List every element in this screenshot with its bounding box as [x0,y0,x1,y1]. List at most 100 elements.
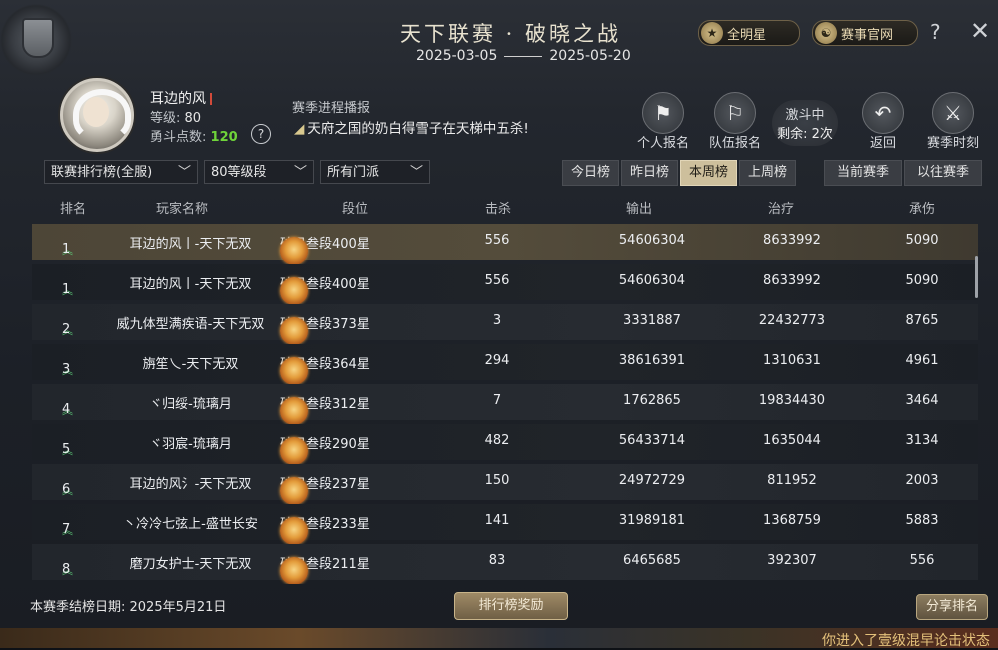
col-rank: 排名 [60,202,87,217]
col-kills: 击杀 [485,202,512,217]
player-name-cell: 耳边的风氵-天下无双 [129,477,252,492]
player-name-cell: 威九体型满疾语-天下无双 [116,317,265,332]
damage-cell: 54606304 [618,233,686,248]
allstar-icon: ★ [701,22,723,44]
team-signup-label: 队伍报名 [708,136,761,151]
rank-value: 1 [62,242,71,257]
official-site-icon: ☯ [815,22,837,44]
points-help-icon[interactable]: ? [251,124,271,144]
period-tabs: 今日榜 昨日榜 本周榜 上周榜 [562,160,798,186]
table-row[interactable]: ︽ 8 磨刀女护士-天下无双 破日叁段211星 83 6465685 392307 556 [32,544,978,584]
healing-cell: 392307 [767,553,817,568]
table-row[interactable]: ︽ 4 ヾ归绥-琉璃月 破日叁段312星 7 1762865 19834430 3464 [32,384,978,425]
back-label: 返回 [869,136,896,151]
tab-this-week[interactable]: 本周榜 [680,160,738,186]
help-icon[interactable]: ? [930,20,941,44]
player-name-cell: 旃笙乀-天下无双 [142,357,239,372]
close-icon[interactable]: ✕ [970,17,990,45]
taken-cell: 8765 [905,313,939,328]
col-name: 玩家名称 [156,202,209,217]
kills-cell: 556 [484,233,510,248]
rank-value: 5 [62,442,71,457]
news-text: 天府之国的奶白得雪子在天梯中五杀! [307,121,529,137]
rank-value: 8 [62,562,71,577]
player-name-cell: 耳边的风丨-天下无双 [129,277,252,292]
sect-select-value: 所有门派 [327,165,380,180]
taken-cell: 2003 [905,473,939,488]
news-title: 赛季进程播报 [292,101,371,116]
official-site-label: 赛事官网 [841,27,894,43]
tab-last-week[interactable]: 上周榜 [739,160,797,186]
game-hud-strip: 你进入了壹级混早论击状态 [0,628,998,649]
list-scrollbar[interactable] [975,256,978,298]
col-segment: 段位 [342,202,369,217]
damage-cell: 24972729 [618,473,686,488]
ranking-list[interactable]: ︽ 1 耳边的风丨-天下无双 破日叁段400星 556 54606304 8633992 50… [32,224,978,584]
kills-cell: 482 [484,433,510,448]
system-ticker: 你进入了壹级混早论击状态 [822,633,990,649]
sect-select[interactable]: 所有门派 ﹀ [320,160,430,184]
tab-past-seasons[interactable]: 以往赛季 [904,160,983,186]
table-row[interactable]: ︽ 7 丶冷冷七弦上-盛世长安 破日叁段233星 141 31989181 1368759 5… [32,504,978,545]
segment-cell: 破日叁段290星 [280,428,370,465]
rank-value: 6 [62,482,71,497]
season-end-date: 2025-05-20 [549,48,631,64]
avatar[interactable] [60,78,134,152]
share-ranking-button[interactable]: 分享排名 [916,594,988,620]
rank-medal-icon [280,557,308,584]
chevron-down-icon: ﹀ [409,165,423,180]
segment-cell: 破日叁段364星 [280,348,370,385]
damage-cell: 1762865 [623,393,681,408]
kills-cell: 294 [484,353,510,368]
rank-medal-icon [280,517,308,545]
table-row[interactable]: ︽ 6 耳边的风氵-天下无双 破日叁段237星 150 24972729 811952 200… [32,464,978,505]
segment-cell: 破日叁段211星 [280,548,370,584]
official-site-button[interactable]: ☯ 赛事官网 [812,20,918,46]
col-healing: 治疗 [768,202,795,217]
allstar-button[interactable]: ★ 全明星 [698,20,800,46]
level-select[interactable]: 80等级段 ﹀ [204,160,314,184]
league-emblem-icon [0,0,72,86]
col-damage: 输出 [626,202,653,217]
segment-cell: 破日叁段400星 [280,268,370,305]
taken-cell: 4961 [905,353,939,368]
table-row[interactable]: ︽ 5 ヾ羽宸-琉璃月 破日叁段290星 482 56433714 1635044 3134 [32,424,978,465]
season-dates: 2025-03-05 2025-05-20 [416,48,631,64]
solo-signup-button[interactable]: ⚑ 个人报名 [632,92,694,151]
col-taken: 承伤 [909,202,936,217]
board-select[interactable]: 联赛排行榜(全服) ﹀ [44,160,198,184]
tab-yesterday[interactable]: 昨日榜 [621,160,679,186]
damage-cell: 6465685 [623,553,681,568]
season-end-info: 本赛季结榜日期: 2025年5月21日 [30,600,227,615]
table-row[interactable]: ︽ 2 威九体型满疾语-天下无双 破日叁段373星 3 3331887 22432773 87… [32,304,978,345]
fight-remaining: 剩余: 2次 [777,127,833,142]
tab-current-season[interactable]: 当前赛季 [824,160,903,186]
horn-icon: ◢ [294,121,305,137]
season-moments-button[interactable]: ⚔ 赛季时刻 [922,92,984,151]
table-row[interactable]: ︽ 1 耳边的风丨-天下无双 破日叁段400星 556 54606304 8633992 50… [32,264,978,305]
player-name-cell: 丶冷冷七弦上-盛世长安 [123,517,258,532]
taken-cell: 5090 [905,233,939,248]
healing-cell: 22432773 [758,313,826,328]
rank-value: 1 [62,282,71,297]
table-header: 排名 玩家名称 段位 击杀 输出 治疗 承伤 [0,198,998,220]
ranking-reward-button[interactable]: 排行榜奖励 [454,592,568,620]
player-name-cell: ヾ羽宸-琉璃月 [149,437,232,452]
table-row[interactable]: ︽ 3 旃笙乀-天下无双 破日叁段364星 294 38616391 1310631 4961 [32,344,978,385]
fight-status-text: 激斗中 [785,108,825,123]
taken-cell: 5090 [905,273,939,288]
healing-cell: 8633992 [763,273,821,288]
taken-cell: 3134 [905,433,939,448]
back-button[interactable]: ↶ 返回 [852,92,914,151]
return-arrow-icon: ↶ [862,92,904,134]
rank-medal-icon [280,237,308,265]
rank-medal-icon [280,357,308,385]
tab-today[interactable]: 今日榜 [562,160,620,186]
table-row-self[interactable]: ︽ 1 耳边的风丨-天下无双 破日叁段400星 556 54606304 8633992 50… [32,224,978,265]
team-signup-button[interactable]: ⚐ 队伍报名 [704,92,766,151]
chevron-down-icon: ﹀ [293,165,307,180]
level-label: 等级: [150,111,181,126]
points-label: 勇斗点数: [150,130,207,145]
level-value: 80 [184,111,202,126]
kills-cell: 3 [492,313,502,328]
